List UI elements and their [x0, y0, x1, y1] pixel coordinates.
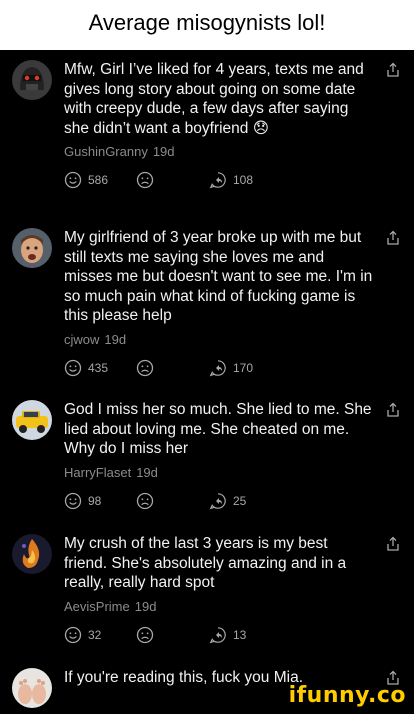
reply-count: 13	[233, 627, 247, 642]
comment-actions: 435 170	[64, 359, 374, 381]
dislike-button[interactable]	[136, 492, 154, 510]
reply-button[interactable]: 170	[209, 359, 253, 377]
dislike-button[interactable]	[136, 359, 154, 377]
comment-feed: Mfw, Girl I’ve liked for 4 years, texts …	[0, 50, 414, 714]
reply-icon	[209, 626, 226, 643]
comment-age: 19d	[104, 331, 127, 347]
username-link[interactable]: cjwow	[64, 332, 99, 347]
reply-button[interactable]: 108	[209, 171, 253, 189]
comment-meta: HarryFlaset 19d	[64, 465, 374, 480]
feet-avatar-icon[interactable]	[12, 668, 52, 708]
like-count: 32	[88, 627, 102, 642]
username-link[interactable]: HarryFlaset	[64, 465, 131, 480]
comment-actions: 586 108	[64, 171, 374, 193]
reply-icon	[209, 359, 226, 376]
comment-text: God I miss her so much. She lied to me. …	[64, 401, 372, 457]
comment-meta: cjwow 19d	[64, 332, 374, 347]
comment-age: 19d	[134, 598, 157, 614]
username-link[interactable]: GushinGranny	[64, 144, 148, 159]
reply-icon	[209, 172, 226, 189]
frown-icon	[136, 359, 154, 376]
like-button[interactable]: 435	[64, 359, 108, 377]
comment-text: Mfw, Girl I’ve liked for 4 years, texts …	[64, 61, 364, 137]
comment-text: My crush of the last 3 years is my best …	[64, 535, 347, 591]
like-count: 586	[88, 173, 109, 187]
like-button[interactable]: 586	[64, 171, 108, 189]
like-count: 98	[88, 493, 102, 508]
reply-icon	[209, 492, 226, 509]
comment-age: 19d	[136, 464, 158, 480]
comment-actions: 98 25	[64, 492, 374, 514]
reply-count: 170	[233, 360, 254, 375]
fire-avatar-icon[interactable]	[12, 534, 52, 574]
dislike-button[interactable]	[136, 171, 154, 189]
comment-meta: GushinGranny 19d	[64, 144, 374, 159]
dislike-button[interactable]	[136, 626, 154, 644]
comment-actions: 32 13	[64, 626, 374, 648]
like-button[interactable]: 32	[64, 626, 101, 644]
smile-icon	[64, 171, 82, 189]
username-link[interactable]: AevisPrime	[64, 599, 130, 614]
frown-icon	[136, 492, 154, 509]
share-icon[interactable]	[385, 402, 401, 418]
face-avatar-icon[interactable]	[12, 228, 52, 268]
helmet-avatar-icon[interactable]	[12, 60, 52, 100]
smile-icon	[64, 492, 82, 509]
frown-icon	[136, 171, 154, 189]
comment-text: My girlfriend of 3 year broke up with me…	[64, 229, 373, 324]
share-icon[interactable]	[385, 62, 401, 78]
reply-button[interactable]: 13	[209, 626, 246, 644]
reply-count: 108	[233, 173, 254, 187]
yellow-car-avatar-icon[interactable]	[12, 400, 52, 440]
like-button[interactable]: 98	[64, 492, 101, 510]
smile-icon	[64, 359, 82, 376]
smile-icon	[64, 626, 82, 643]
meme-caption: Average misogynists lol!	[0, 0, 414, 50]
reply-count: 25	[233, 493, 247, 508]
like-count: 435	[88, 360, 109, 375]
reply-button[interactable]: 25	[209, 492, 246, 510]
frown-icon	[136, 626, 154, 643]
comment-age: 19d	[152, 144, 175, 159]
comment-meta: AevisPrime 19d	[64, 599, 374, 614]
ifunny-watermark: ifunny.co	[288, 683, 406, 708]
share-icon[interactable]	[385, 230, 401, 246]
share-icon[interactable]	[385, 536, 401, 552]
